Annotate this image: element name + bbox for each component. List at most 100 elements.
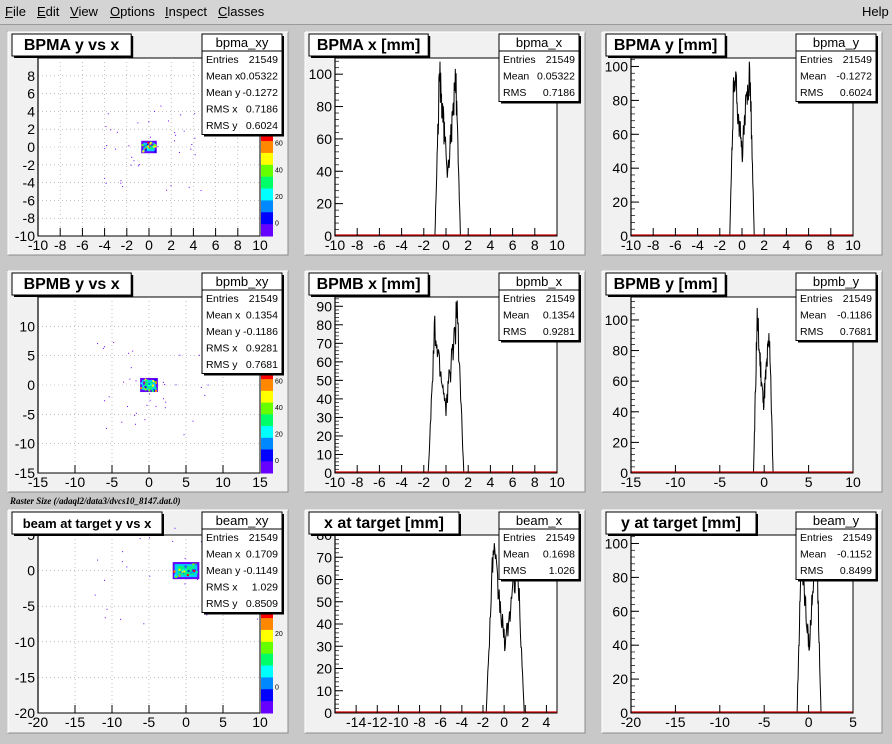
stats-key: Entries [206, 532, 239, 544]
scatter-point [130, 367, 132, 369]
scatter-point [104, 579, 106, 581]
x-tick-label: 2 [464, 237, 472, 253]
menu-classes[interactable]: Classes [218, 4, 264, 19]
scatter-point [164, 407, 166, 409]
stats-key: Entries [503, 54, 536, 66]
menu-inspect-rest: nspect [168, 4, 207, 19]
scatter-point [144, 419, 146, 421]
palette-segment [261, 176, 273, 190]
stats-key: Mean [503, 309, 529, 321]
y-tick-label: 2 [27, 121, 35, 137]
stats-name: beam_y [813, 513, 860, 528]
menu-edit-rest: dit [45, 4, 60, 19]
x-tick-label: 4 [543, 714, 551, 730]
menu-edit[interactable]: Edit [37, 4, 59, 19]
x-tick-label: 0 [760, 474, 768, 490]
x-tick-label: -8 [647, 237, 660, 253]
stats-name: beam_x [516, 513, 563, 528]
blob-cell [146, 147, 149, 150]
pad-bpmb_xy: 6040200-15-10-50510-15 -10 -5 0 5 10 15BPMB y … [7, 270, 289, 493]
pad-bpma_y: 020406080100-10 -8 -6 -4 -2 0 2 4 6 8 10BPMA y [mm… [601, 31, 883, 256]
x-tick-label: -5 [106, 474, 119, 490]
stats-key: RMS [503, 565, 526, 577]
y-tick-label: 20 [316, 196, 332, 212]
menu-options[interactable]: Options [110, 4, 155, 19]
palette-segment [261, 449, 273, 462]
menu-inspect[interactable]: Inspect [165, 4, 207, 19]
stats-name: bpma_xy [216, 35, 269, 50]
x-tick-label: 0 [805, 714, 813, 730]
x-tick-label: -20 [621, 714, 641, 730]
x-tick-label: -10 [665, 474, 685, 490]
y-tick-label: 20 [612, 194, 628, 210]
y-tick-label: 100 [605, 58, 629, 74]
stats-key: RMS x [206, 342, 238, 354]
blob-cell [155, 389, 158, 392]
stats-value: 21549 [843, 293, 872, 305]
palette-segment [261, 200, 273, 213]
x-tick-label: -10 [325, 237, 345, 253]
scatter-point [103, 346, 105, 348]
y-tick-label: 30 [316, 409, 332, 425]
stats-value: 0.8509 [246, 598, 278, 610]
x-tick-label: -14 [346, 714, 366, 730]
scatter-point [106, 145, 108, 147]
menu-view[interactable]: View [70, 4, 98, 19]
stats-key: Entries [800, 532, 833, 544]
scatter-point [175, 384, 177, 386]
y-tick-label: -5 [23, 406, 36, 422]
y-tick-label: 100 [605, 535, 629, 551]
scatter-point [116, 131, 118, 133]
y-tick-label: -5 [23, 598, 36, 614]
scatter-point [135, 412, 137, 414]
x-tick-label: 0 [738, 237, 746, 253]
scatter-point [194, 113, 196, 115]
y-tick-label: -10 [15, 436, 35, 452]
stats-value: -0.1272 [242, 87, 278, 99]
x-tick-label: -10 [28, 237, 48, 253]
stats-value: 0.1709 [246, 548, 278, 560]
y-tick-label: 0 [27, 139, 35, 155]
stats-key: Mean [503, 548, 529, 560]
x-tick-label: -6 [76, 237, 89, 253]
menu-help[interactable]: Help [862, 4, 889, 19]
scatter-point [137, 165, 139, 167]
stats-value: 0.9281 [246, 342, 278, 354]
stats-value: 0.7186 [246, 103, 278, 115]
y-tick-label: 60 [316, 572, 332, 588]
stats-key: Mean x [206, 70, 241, 82]
scatter-point [129, 378, 131, 380]
y-tick-label: 40 [316, 616, 332, 632]
scatter-point [204, 394, 206, 396]
stats-key: RMS [800, 565, 823, 577]
scatter-point [120, 180, 122, 182]
stats-value: 21549 [546, 54, 575, 66]
blob-cell [144, 383, 147, 386]
blob-cell [154, 144, 157, 147]
scatter-point [128, 145, 130, 147]
x-tick-label: 8 [531, 237, 539, 253]
x-tick-label: 5 [182, 474, 190, 490]
scatter-point [192, 420, 194, 422]
root-canvas[interactable]: 60 40 20 0 -10 -8 -6 -4 -2 0 2 4 6 8 -10 -8 -6 -4 -2 0 2 4 6 8 1… [0, 25, 892, 744]
pad-bpma_xy: 6040200-10-8-6-4-202468-10 -8 -6 -4 -2 0 2 4 6 8 1… [7, 31, 289, 256]
scatter-point [132, 350, 134, 352]
scatter-point [200, 189, 202, 191]
menu-classes-rest: lasses [227, 4, 265, 19]
palette-segment [261, 653, 273, 667]
blob-cell [173, 570, 176, 573]
y-tick-label: 80 [316, 317, 332, 333]
menu-file[interactable]: File [5, 4, 26, 19]
stats-value: 0.05322 [240, 70, 278, 82]
palette-segment [261, 379, 273, 392]
y-tick-label: 4 [27, 103, 35, 119]
x-tick-label: 2 [167, 237, 175, 253]
x-tick-label: -8 [54, 237, 67, 253]
scatter-point [188, 186, 190, 188]
x-tick-label: 5 [219, 714, 227, 730]
x-tick-label: -12 [367, 714, 387, 730]
x-tick-label: -10 [325, 474, 345, 490]
y-tick-label: -10 [15, 634, 35, 650]
blob-cell [149, 387, 152, 390]
y-tick-label: 60 [612, 603, 628, 619]
